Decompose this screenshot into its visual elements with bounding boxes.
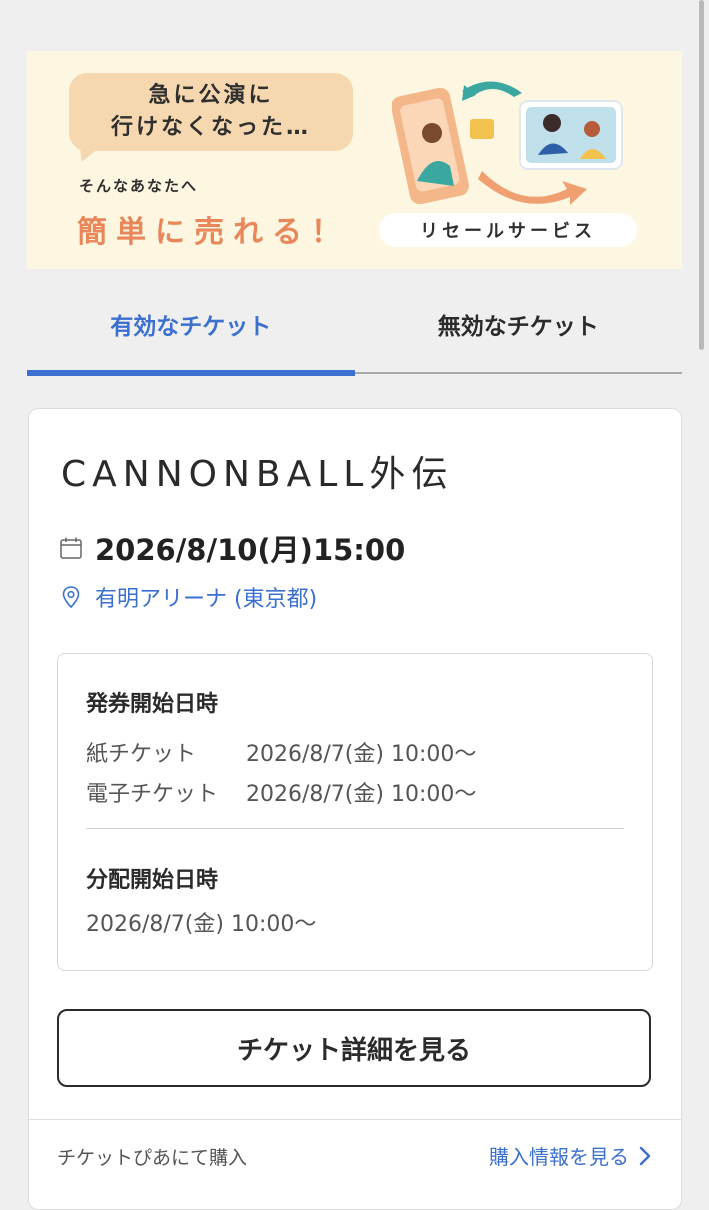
distribution-heading: 分配開始日時 <box>86 868 219 893</box>
paper-ticket-row: 紙チケット 2026/8/7(金) 10:00〜 <box>86 736 476 768</box>
chevron-right-icon <box>639 1146 651 1165</box>
banner-subtitle: そんなあなたへ <box>79 177 199 195</box>
resale-service-pill: リセールサービス <box>379 213 637 247</box>
box-divider <box>86 828 624 829</box>
e-ticket-label: 電子チケット <box>86 782 219 807</box>
issue-heading: 発券開始日時 <box>86 692 219 717</box>
ticket-tabs: 有効なチケット 無効なチケット <box>27 276 683 376</box>
page-scrollbar[interactable] <box>699 0 704 350</box>
speech-bubble: 急に公演に 行けなくなった… <box>69 73 353 151</box>
purchase-info-link[interactable]: 購入情報を見る <box>489 1141 651 1170</box>
paper-ticket-label: 紙チケット <box>86 742 197 767</box>
ticket-card: CANNONBALL外伝 2026/8/10(月)15:00 有明アリーナ (東… <box>28 408 682 1210</box>
issue-info-box: 発券開始日時 紙チケット 2026/8/7(金) 10:00〜 電子チケット 2… <box>57 653 653 971</box>
purchase-info-label: 購入情報を見る <box>489 1145 629 1169</box>
footer-divider <box>29 1119 681 1120</box>
banner-headline: 簡単に売れる！ <box>77 215 350 250</box>
location-pin-icon <box>62 586 80 609</box>
event-venue: 有明アリーナ (東京都) <box>95 587 318 612</box>
ticket-detail-button[interactable]: チケット詳細を見る <box>57 1009 651 1087</box>
paper-ticket-date: 2026/8/7(金) 10:00〜 <box>246 742 477 767</box>
purchase-source: チケットぴあにて購入 <box>57 1147 248 1169</box>
calendar-icon <box>60 537 82 559</box>
event-datetime: 2026/8/10(月)15:00 <box>95 533 406 567</box>
bubble-line-2: 行けなくなった… <box>110 115 311 140</box>
event-title: CANNONBALL外伝 <box>61 454 454 495</box>
e-ticket-date: 2026/8/7(金) 10:00〜 <box>246 782 477 807</box>
distribution-date: 2026/8/7(金) 10:00〜 <box>86 912 317 937</box>
event-date-row: 2026/8/10(月)15:00 <box>59 527 405 569</box>
tab-valid-tickets[interactable]: 有効なチケット <box>27 276 355 376</box>
resale-banner[interactable]: 急に公演に 行けなくなった… そんなあなたへ 簡単に売れる！ リセールサービス <box>27 51 682 269</box>
e-ticket-row: 電子チケット 2026/8/7(金) 10:00〜 <box>86 776 476 808</box>
resale-illustration-icon <box>392 81 623 205</box>
tab-invalid-tickets[interactable]: 無効なチケット <box>355 276 683 372</box>
bubble-line-1: 急に公演に <box>148 83 274 108</box>
event-venue-link[interactable]: 有明アリーナ (東京都) <box>59 581 317 613</box>
